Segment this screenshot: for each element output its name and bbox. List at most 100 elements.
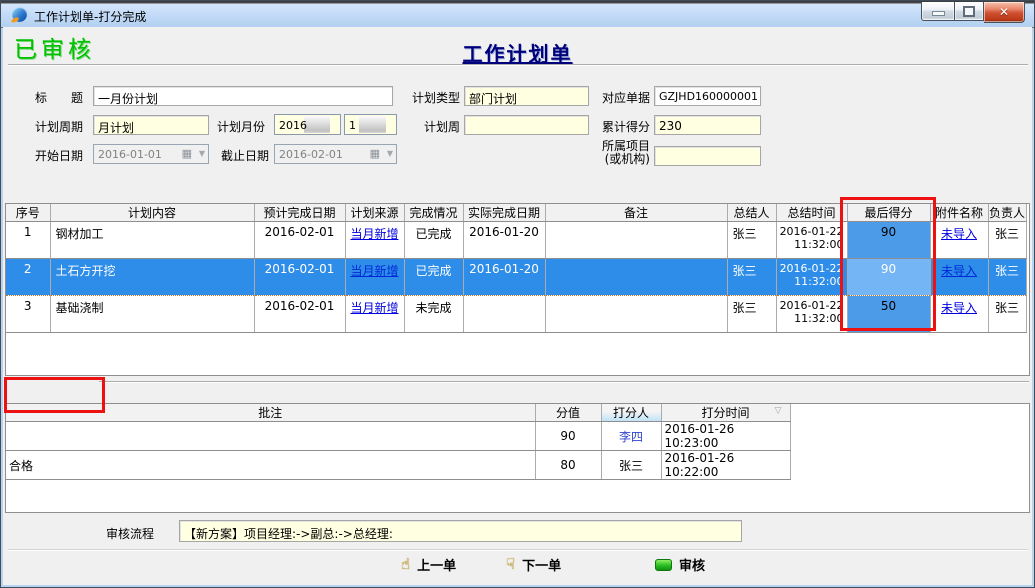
header-divider	[8, 64, 1028, 65]
chevron-down-icon: ▼	[387, 149, 393, 158]
plan-cycle-field[interactable]: 月计划	[93, 115, 209, 135]
review-flow-field[interactable]: 【新方案】项目经理:->副总:->总经理:	[179, 520, 742, 542]
plan-week-field[interactable]	[464, 115, 589, 135]
form-title: 工作计划单	[3, 38, 1032, 67]
plan-type-label: 计划类型	[406, 89, 460, 106]
cell-actual-date: 2016-01-20	[463, 222, 545, 259]
title-field[interactable]: 一月份计划	[93, 86, 393, 106]
doc-no-label: 对应单据	[598, 89, 650, 106]
total-score-label: 累计得分	[598, 118, 650, 135]
col-header-score[interactable]: 分值	[535, 404, 601, 422]
cell-status: 未完成	[404, 296, 463, 333]
plan-month-spinner[interactable]: 1	[344, 114, 397, 135]
cell-summary-time: 2016-01-22 11:32:00	[776, 259, 847, 296]
col-header-score-time[interactable]: 打分时间 ▽	[661, 404, 790, 422]
end-date-label: 截止日期	[221, 147, 269, 164]
col-header-content[interactable]: 计划内容	[50, 204, 254, 222]
cell-no: 2	[6, 259, 50, 296]
col-header-owner[interactable]: 负责人	[988, 204, 1026, 222]
cell-final-score: 90	[847, 222, 930, 259]
cell-actual-date: 2016-01-20	[463, 259, 545, 296]
plan-year-spinner[interactable]: 2016	[274, 114, 341, 135]
source-link[interactable]: 当月新增	[350, 227, 398, 241]
col-header-remark[interactable]: 备注	[545, 204, 727, 222]
cell-status: 已完成	[404, 222, 463, 259]
cell-actual-date	[463, 296, 545, 333]
close-icon: ✕	[999, 6, 1009, 18]
source-link[interactable]: 当月新增	[350, 264, 398, 278]
audit-button[interactable]: 审核	[655, 555, 705, 574]
end-date-picker[interactable]: 2016-02-01 ▦ ▼	[274, 144, 397, 164]
col-header-actual-date[interactable]: 实际完成日期	[463, 204, 545, 222]
cell-remark	[545, 222, 727, 259]
cell-comment: 合格	[6, 451, 535, 480]
plan-table-panel: 序号 计划内容 预计完成日期 计划来源 完成情况 实际完成日期 备注 总结人 总…	[5, 203, 1030, 376]
spinner-track	[359, 116, 386, 133]
app-logo-icon	[12, 7, 27, 22]
attachment-link[interactable]: 未导入	[941, 227, 977, 241]
title-label: 标 题	[35, 89, 83, 106]
spinner-track	[304, 116, 330, 133]
cell-final-score: 50	[847, 296, 930, 333]
cell-final-score: 90	[847, 259, 930, 296]
plan-type-field[interactable]: 部门计划	[464, 86, 589, 106]
col-header-scorer[interactable]: 打分人	[601, 404, 661, 422]
plan-month-label: 计划月份	[217, 118, 265, 135]
table-row-selected[interactable]: 2 土石方开挖 2016-02-01 当月新增 已完成 2016-01-20 张…	[6, 259, 1026, 296]
cell-score-time: 2016-01-26 10:23:00	[661, 422, 790, 451]
cell-score: 80	[535, 451, 601, 480]
attachment-link[interactable]: 未导入	[941, 264, 977, 278]
total-score-field[interactable]: 230	[654, 115, 761, 135]
calendar-icon: ▦	[182, 147, 192, 160]
minimize-button[interactable]	[921, 2, 955, 21]
chevron-down-icon: ▼	[199, 149, 205, 158]
plan-cycle-label: 计划周期	[35, 118, 83, 135]
title-bar[interactable]: 工作计划单-打分完成 ✕	[1, 1, 1034, 28]
table-row[interactable]: 1 钢材加工 2016-02-01 当月新增 已完成 2016-01-20 张三…	[6, 222, 1026, 259]
col-header-final-score[interactable]: 最后得分	[847, 204, 930, 222]
score-row[interactable]: 90 李四 2016-01-26 10:23:00	[6, 422, 790, 451]
col-header-attachment[interactable]: 附件名称	[930, 204, 988, 222]
table-row[interactable]: 3 基础浇制 2016-02-01 当月新增 未完成 张三 2016-01-22…	[6, 296, 1026, 333]
start-date-label: 开始日期	[35, 147, 83, 164]
plan-year-value: 2016	[279, 119, 307, 132]
cell-score-time: 2016-01-26 10:22:00	[661, 451, 790, 480]
cell-summary-time: 2016-01-22 11:32:00	[776, 222, 847, 259]
cell-content: 基础浇制	[50, 296, 254, 333]
col-header-summary-time[interactable]: 总结时间	[776, 204, 847, 222]
previous-order-label: 上一单	[417, 555, 456, 574]
col-header-summarizer[interactable]: 总结人	[727, 204, 776, 222]
doc-no-field[interactable]: GZJHD160000001	[654, 86, 761, 106]
maximize-button[interactable]	[955, 2, 984, 21]
previous-order-button[interactable]: ☝ 上一单	[401, 555, 456, 574]
cell-score: 90	[535, 422, 601, 451]
col-header-status[interactable]: 完成情况	[404, 204, 463, 222]
cell-expected-date: 2016-02-01	[254, 222, 345, 259]
cell-remark	[545, 259, 727, 296]
cell-scorer: 张三	[601, 451, 661, 480]
next-order-button[interactable]: ☟ 下一单	[506, 555, 561, 574]
application-window: 工作计划单-打分完成 ✕ 已审核 工作计划单 标 题 一月份计划 计划类型 部门…	[0, 0, 1035, 588]
source-link[interactable]: 当月新增	[350, 301, 398, 315]
col-header-expected-date[interactable]: 预计完成日期	[254, 204, 345, 222]
col-header-no[interactable]: 序号	[6, 204, 50, 222]
sort-desc-triangle-icon[interactable]: ▽	[775, 406, 782, 416]
cell-summarizer: 张三	[727, 296, 776, 333]
project-field[interactable]	[654, 146, 761, 166]
review-flow-label: 审核流程	[106, 525, 154, 542]
col-header-source[interactable]: 计划来源	[345, 204, 404, 222]
col-header-comment[interactable]: 批注	[6, 404, 535, 422]
attachment-link[interactable]: 未导入	[941, 301, 977, 315]
project-label: 所属项目 (或机构)	[598, 140, 650, 166]
plan-table: 序号 计划内容 预计完成日期 计划来源 完成情况 实际完成日期 备注 总结人 总…	[6, 204, 1027, 333]
cell-owner: 张三	[988, 222, 1026, 259]
cell-expected-date: 2016-02-01	[254, 259, 345, 296]
close-button[interactable]: ✕	[984, 2, 1025, 23]
audit-label: 审核	[679, 555, 705, 574]
plan-week-label: 计划周	[414, 118, 460, 135]
cell-status: 已完成	[404, 259, 463, 296]
cell-scorer: 李四	[601, 422, 661, 451]
window-title: 工作计划单-打分完成	[34, 8, 146, 25]
start-date-picker[interactable]: 2016-01-01 ▦ ▼	[93, 144, 209, 164]
score-row[interactable]: 合格 80 张三 2016-01-26 10:22:00	[6, 451, 790, 480]
